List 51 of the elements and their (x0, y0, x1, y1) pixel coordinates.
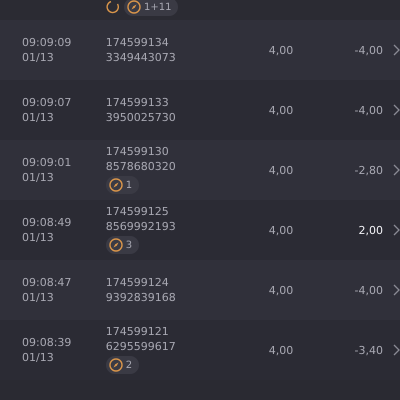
bet-id: 174599134 (106, 35, 170, 50)
bet-date: 01/13 (22, 170, 55, 185)
stake-amount: 4,00 (268, 104, 294, 116)
ticket-number: 9392839168 (106, 290, 177, 305)
spinner-icon (106, 0, 120, 14)
result-amount: -3,40 (354, 344, 383, 356)
bet-id: 174599124 (106, 275, 170, 290)
bet-date: 01/13 (22, 110, 55, 125)
stake-amount: 4,00 (268, 344, 294, 356)
result-amount: -4,00 (354, 44, 383, 56)
stake-amount: 4,00 (268, 44, 294, 56)
ticket-number: 8578680320 (106, 159, 177, 174)
stake-amount: 4,00 (268, 224, 294, 236)
result-amount: -4,00 (354, 104, 383, 116)
count-badge: 1 (106, 176, 140, 194)
bet-date: 01/13 (22, 50, 55, 65)
result-amount: -4,00 (354, 284, 383, 296)
chevron-right-icon[interactable] (393, 284, 400, 296)
bet-date: 01/13 (22, 230, 55, 245)
bet-time: 09:09:07 (22, 95, 72, 110)
bet-id: 174599125 (106, 204, 170, 219)
bet-id: 174599121 (106, 324, 170, 339)
compass-icon (108, 358, 123, 372)
count-badge: 2 (106, 356, 140, 374)
bet-time: 09:09:01 (22, 155, 72, 170)
chevron-right-icon[interactable] (393, 104, 400, 116)
bet-date: 01/13 (22, 350, 55, 365)
bet-id: 174599133 (106, 95, 170, 110)
ticket-number: 3950025730 (106, 110, 177, 125)
result-amount: 2,00 (358, 224, 383, 236)
stake-amount: 4,00 (268, 284, 294, 296)
chevron-right-icon[interactable] (393, 224, 400, 236)
bet-time: 09:09:09 (22, 35, 72, 50)
result-amount: -2,80 (354, 164, 383, 176)
ticket-number: 8569992193 (106, 219, 177, 234)
bet-time: 09:08:47 (22, 275, 72, 290)
ticket-number: 6295599617 (106, 339, 177, 354)
bet-date: 01/13 (22, 290, 55, 305)
chevron-right-icon[interactable] (393, 344, 400, 356)
count-badge: 3 (106, 236, 140, 254)
compass-icon (127, 0, 141, 14)
stake-amount: 4,00 (268, 164, 294, 176)
bet-time: 09:08:39 (22, 335, 72, 350)
ticket-number: 3349443073 (106, 50, 177, 65)
chevron-right-icon[interactable] (393, 164, 400, 176)
compass-icon (108, 178, 123, 192)
chevron-right-icon[interactable] (393, 44, 400, 56)
compass-icon (108, 238, 123, 252)
count-badge: 1+11 (124, 0, 178, 16)
bet-id: 174599130 (106, 144, 170, 159)
bet-time: 09:08:49 (22, 215, 72, 230)
